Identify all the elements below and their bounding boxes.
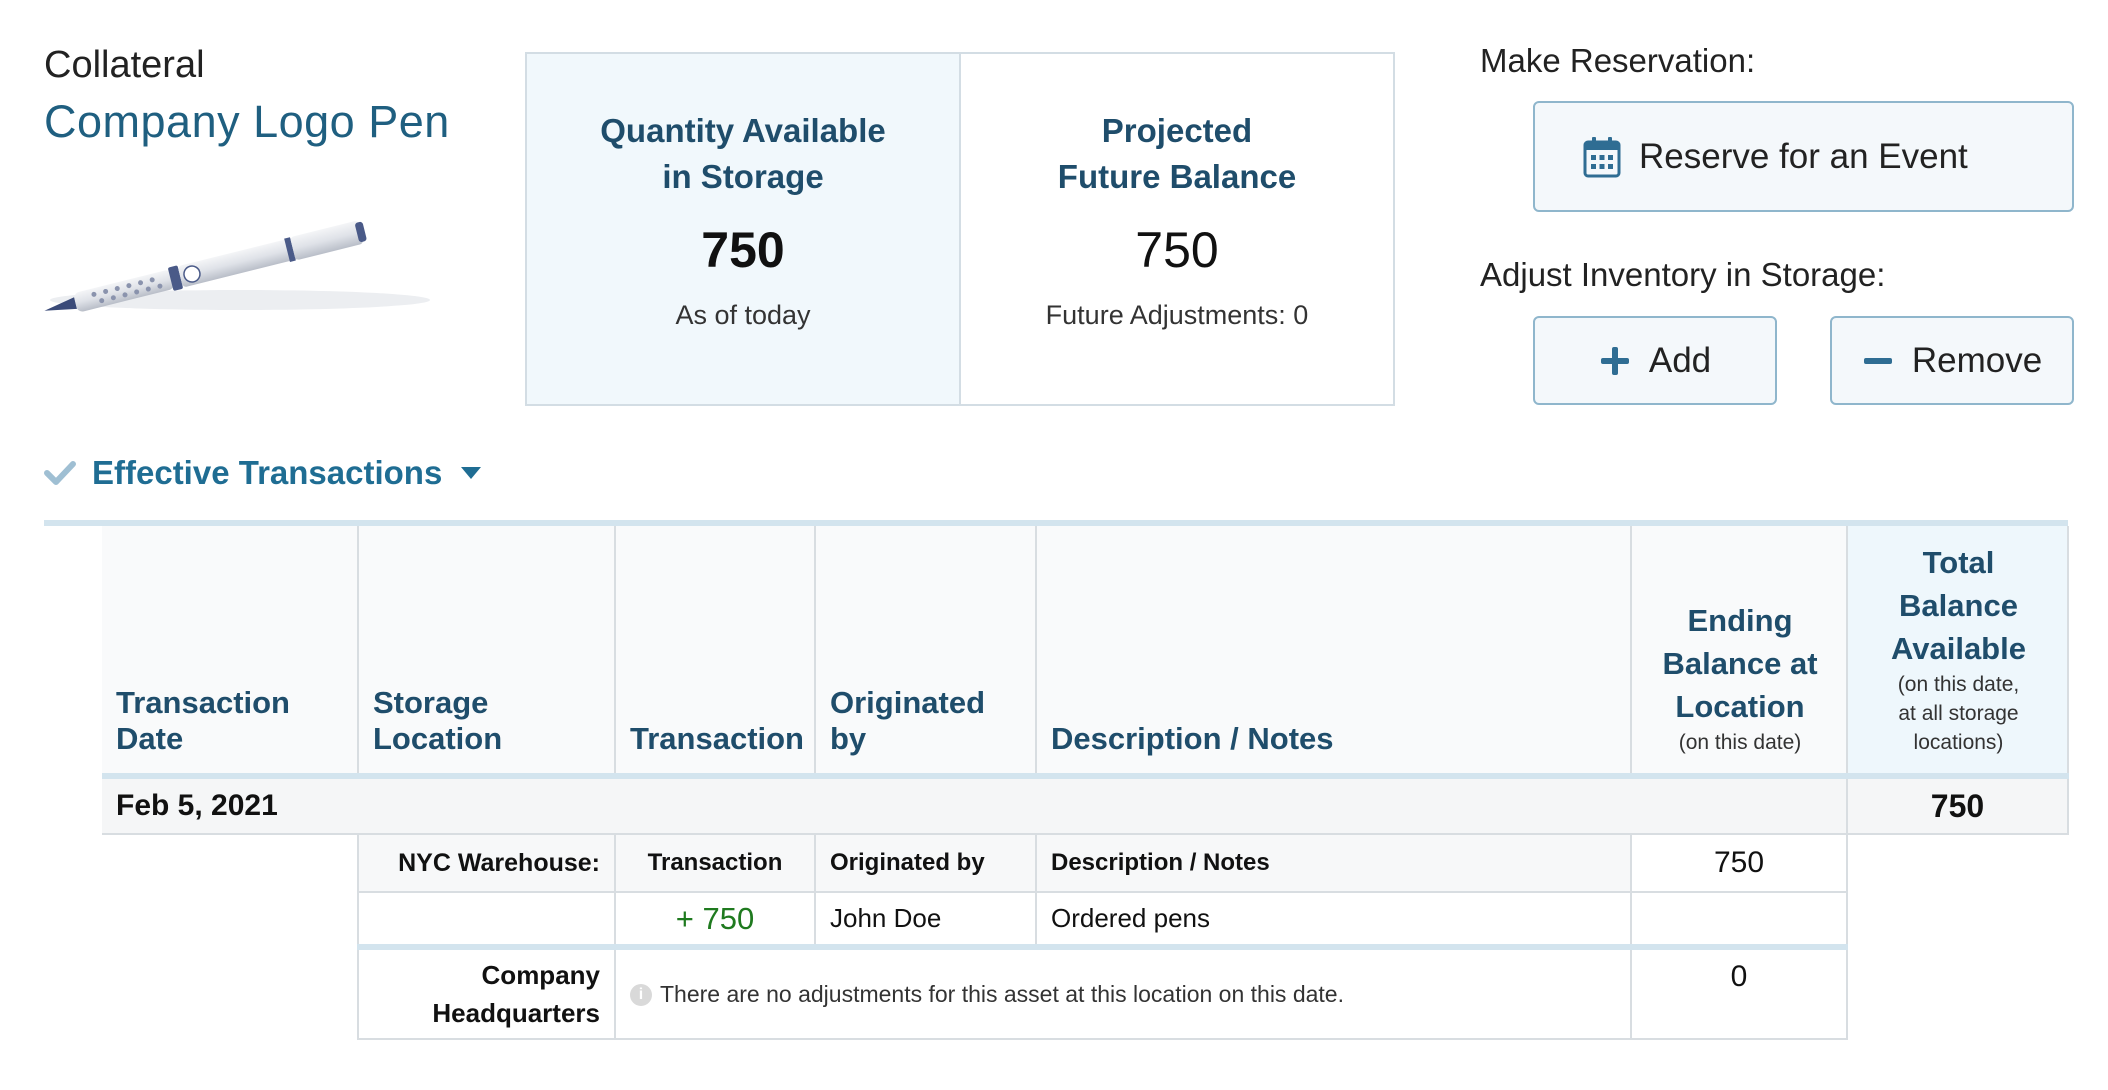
ending-line3: Location bbox=[1675, 689, 1805, 724]
ending-balance-value: 0 bbox=[1630, 944, 1848, 1040]
date-group-row: Feb 5, 2021 750 bbox=[102, 776, 2069, 835]
location-name: Company Headquarters bbox=[357, 944, 616, 1040]
product-name: Company Logo Pen bbox=[44, 96, 450, 147]
header-storage-location[interactable]: Storage Location bbox=[358, 526, 616, 779]
empty-cell bbox=[102, 834, 358, 892]
sub-header-description: Description / Notes bbox=[1035, 833, 1632, 893]
add-button[interactable]: Add bbox=[1533, 316, 1777, 405]
section-title: Effective Transactions bbox=[92, 454, 443, 491]
effective-transactions-toggle[interactable]: Effective Transactions bbox=[44, 454, 482, 492]
reservation-heading: Make Reservation: bbox=[1480, 42, 1756, 79]
available-title-line2: in Storage bbox=[662, 158, 824, 195]
empty-cell bbox=[102, 947, 358, 1039]
sub-header-originated: Originated by bbox=[814, 833, 1037, 893]
header-transaction[interactable]: Transaction bbox=[615, 526, 816, 779]
transaction-amount: + 750 bbox=[614, 891, 816, 948]
info-icon: i bbox=[630, 984, 652, 1007]
available-caption: As of today bbox=[675, 300, 811, 330]
no-adjustments-message: i There are no adjustments for this asset… bbox=[614, 944, 1632, 1040]
ending-line1: Ending bbox=[1687, 603, 1793, 638]
remove-button[interactable]: Remove bbox=[1830, 316, 2074, 405]
projected-title-line2: Future Balance bbox=[1057, 158, 1297, 195]
originated-by-value: John Doe bbox=[814, 891, 1037, 948]
location-name: NYC Warehouse: bbox=[357, 833, 616, 893]
location-row-nyc: NYC Warehouse: Transaction Originated by… bbox=[102, 833, 2068, 893]
location-name-line1: Company bbox=[481, 960, 600, 990]
empty-cell bbox=[1847, 892, 2068, 947]
header-originated-by[interactable]: Originated by bbox=[815, 526, 1037, 779]
total-line3: Available bbox=[1891, 631, 2026, 666]
pen-image bbox=[44, 221, 430, 312]
calendar-icon bbox=[1583, 136, 1621, 177]
plus-icon bbox=[1600, 346, 1629, 375]
adjust-heading: Adjust Inventory in Storage: bbox=[1480, 256, 1886, 293]
available-title: Quantity Available in Storage bbox=[600, 108, 885, 200]
total-line1: Total bbox=[1922, 545, 1995, 580]
location-row-hq: Company Headquarters i There are no adjus… bbox=[102, 944, 2068, 1040]
empty-cell bbox=[1847, 947, 2068, 1039]
empty-cell bbox=[357, 891, 616, 948]
total-sub3: locations) bbox=[1913, 731, 2004, 754]
empty-cell bbox=[102, 892, 358, 947]
location-name-line2: Headquarters bbox=[432, 998, 600, 1028]
ending-sub: (on this date) bbox=[1678, 731, 1802, 754]
transaction-date: Feb 5, 2021 bbox=[102, 776, 358, 835]
table-header-row: Transaction Date Storage Location Transa… bbox=[102, 526, 2069, 779]
projected-value: 750 bbox=[1135, 222, 1219, 278]
ending-balance-value: 750 bbox=[1630, 833, 1848, 893]
projected-title-line1: Projected bbox=[1101, 112, 1253, 149]
header-transaction-date[interactable]: Transaction Date bbox=[102, 526, 359, 779]
sub-header-transaction: Transaction bbox=[614, 833, 816, 893]
transactions-table: Transaction Date Storage Location Transa… bbox=[102, 526, 2069, 1040]
projected-caption: Future Adjustments: 0 bbox=[1045, 300, 1309, 330]
no-adjustments-text: There are no adjustments for this asset … bbox=[660, 980, 1344, 1007]
header-ending-balance[interactable]: Ending Balance at Location (on this date… bbox=[1631, 526, 1848, 779]
empty-cell bbox=[1847, 834, 2068, 892]
notes-value: Ordered pens bbox=[1035, 891, 1632, 948]
total-balance-value: 750 bbox=[1846, 776, 2069, 835]
available-value: 750 bbox=[701, 222, 785, 278]
remove-label: Remove bbox=[1911, 340, 2043, 380]
total-line2: Balance bbox=[1899, 588, 2018, 623]
reserve-event-button[interactable]: Reserve for an Event bbox=[1533, 101, 2074, 212]
total-sub2: at all storage bbox=[1898, 702, 2019, 725]
caret-down-icon bbox=[461, 467, 482, 479]
empty-cell bbox=[1630, 891, 1848, 948]
total-sub1: (on this date, bbox=[1897, 673, 2020, 696]
minus-icon bbox=[1863, 357, 1892, 364]
available-stat: Quantity Available in Storage 750 As of … bbox=[527, 54, 961, 404]
available-title-line1: Quantity Available bbox=[600, 112, 886, 149]
projected-title: Projected Future Balance bbox=[1058, 108, 1296, 200]
projected-stat: Projected Future Balance 750 Future Adju… bbox=[961, 54, 1393, 404]
date-row-spacer bbox=[358, 776, 1847, 835]
add-label: Add bbox=[1648, 340, 1712, 380]
header-total-balance[interactable]: Total Balance Available (on this date, a… bbox=[1847, 526, 2069, 779]
check-icon bbox=[44, 461, 76, 485]
table-row: + 750 John Doe Ordered pens bbox=[102, 891, 2068, 948]
ending-line2: Balance at bbox=[1662, 646, 1818, 681]
reserve-label: Reserve for an Event bbox=[1639, 136, 1968, 176]
product-category: Collateral bbox=[44, 44, 205, 86]
inventory-stats-panel: Quantity Available in Storage 750 As of … bbox=[525, 52, 1395, 406]
header-description[interactable]: Description / Notes bbox=[1036, 526, 1632, 779]
